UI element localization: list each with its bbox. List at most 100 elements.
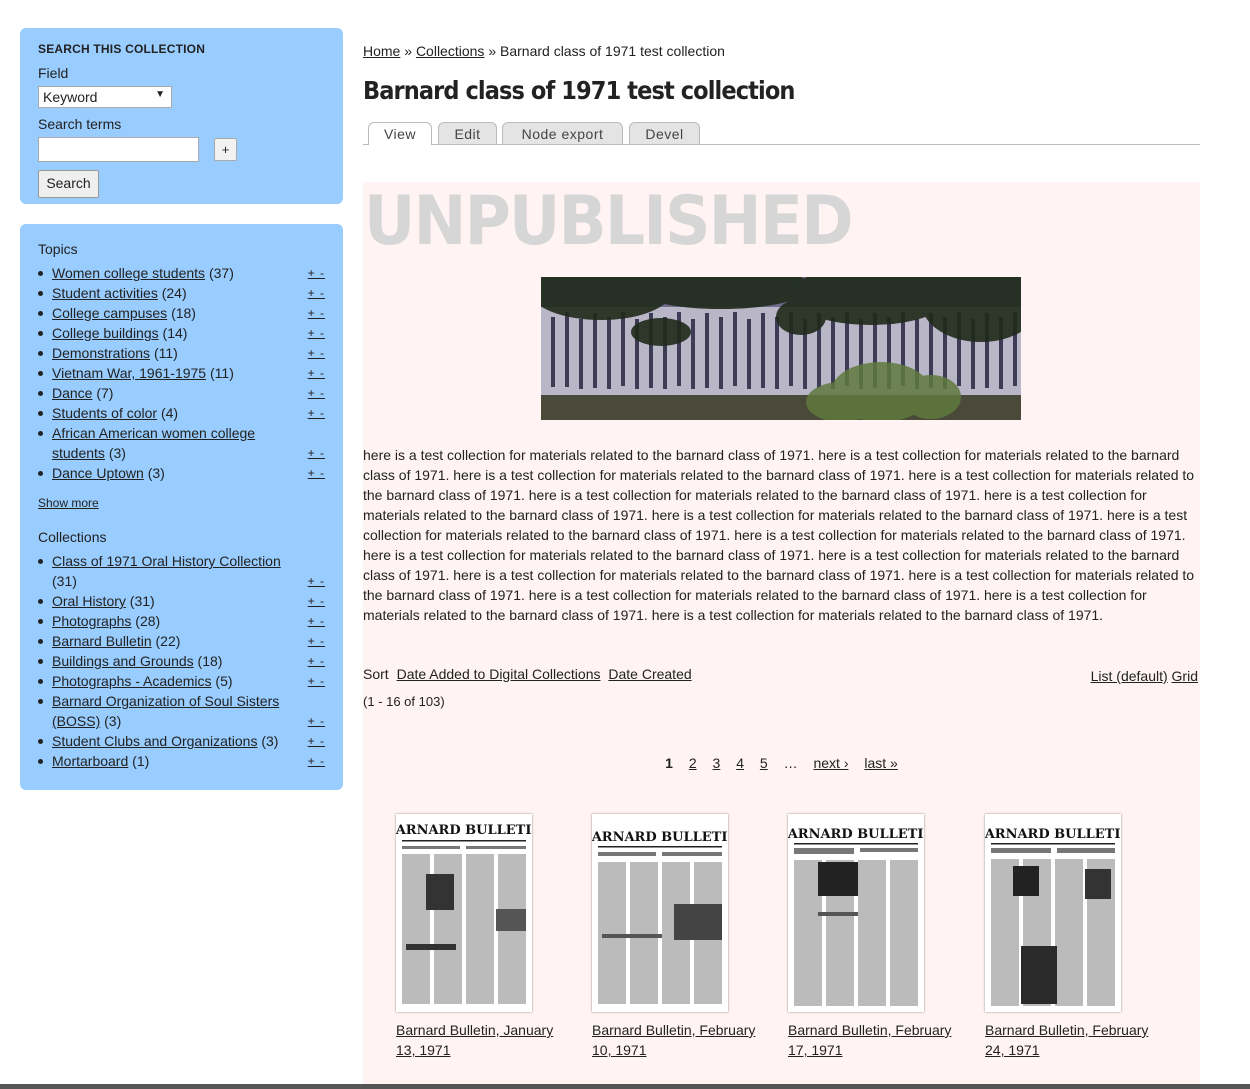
- topic-count: (11): [153, 345, 178, 361]
- list-view-link[interactable]: List (default): [1091, 668, 1168, 684]
- pager-last-link[interactable]: last »: [864, 755, 897, 771]
- local-tabs: View Edit Node export Devel: [363, 120, 1200, 145]
- page-title: Barnard class of 1971 test collection: [363, 76, 795, 105]
- grid-view-link[interactable]: Grid: [1172, 668, 1198, 684]
- topic-item: African American women college students …: [38, 423, 325, 463]
- pager-page-link[interactable]: 3: [713, 755, 721, 771]
- add-term-button[interactable]: +: [214, 138, 237, 161]
- collection-link[interactable]: Photographs: [52, 613, 131, 629]
- include-exclude-toggle[interactable]: + -: [308, 383, 325, 403]
- result-title-link[interactable]: Barnard Bulletin, February 10, 1971: [592, 1020, 758, 1060]
- topic-link[interactable]: African American women college students: [52, 425, 255, 461]
- collection-count: (31): [52, 573, 77, 589]
- include-exclude-toggle[interactable]: + -: [308, 571, 325, 591]
- pager-page-link[interactable]: 4: [736, 755, 744, 771]
- show-more-link[interactable]: Show more: [38, 496, 99, 510]
- collection-item: Buildings and Grounds (18) + -: [38, 651, 325, 671]
- include-exclude-toggle[interactable]: + -: [308, 343, 325, 363]
- topics-list: Women college students (37) + - Student a…: [38, 263, 325, 483]
- topic-count: (11): [210, 365, 234, 381]
- collection-link[interactable]: Oral History: [52, 593, 126, 609]
- collection-count: (28): [135, 613, 161, 629]
- sort-date-added-link[interactable]: Date Added to Digital Collections: [397, 666, 601, 682]
- collections-heading: Collections: [38, 529, 107, 545]
- include-exclude-toggle[interactable]: + -: [308, 443, 325, 463]
- search-button[interactable]: Search: [38, 170, 99, 198]
- result-title-link[interactable]: Barnard Bulletin, January 13, 1971: [396, 1020, 562, 1060]
- field-select[interactable]: Keyword ▼: [38, 86, 172, 108]
- breadcrumb-home-link[interactable]: Home: [363, 43, 400, 59]
- result-thumbnail[interactable]: BARNARD BULLETIN: [396, 814, 532, 1012]
- pager-page-link[interactable]: 2: [689, 755, 697, 771]
- result-range: (1 - 16 of 103): [363, 694, 445, 709]
- result-title-link[interactable]: Barnard Bulletin, February 17, 1971: [788, 1020, 954, 1060]
- collection-link[interactable]: Barnard Organization of Soul Sisters (BO…: [52, 693, 279, 729]
- include-exclude-toggle[interactable]: + -: [308, 751, 325, 771]
- include-exclude-toggle[interactable]: + -: [308, 711, 325, 731]
- collection-link[interactable]: Photographs - Academics: [52, 673, 212, 689]
- main-header: Home » Collections » Barnard class of 19…: [363, 43, 1200, 145]
- topic-link[interactable]: College campuses: [52, 305, 167, 321]
- sort-date-created-link[interactable]: Date Created: [608, 666, 691, 682]
- include-exclude-toggle[interactable]: + -: [308, 263, 325, 283]
- topics-heading: Topics: [38, 241, 78, 257]
- result-masthead: BARNARD BULLETIN: [396, 823, 532, 838]
- topic-item: Students of color (4) + -: [38, 403, 325, 423]
- topic-link[interactable]: College buildings: [52, 325, 159, 341]
- topic-link[interactable]: Dance Uptown: [52, 465, 144, 481]
- include-exclude-toggle[interactable]: + -: [308, 631, 325, 651]
- node-content-unpublished: UNPUBLISHED here is a test collection fo…: [363, 182, 1200, 1089]
- result-thumbnail[interactable]: BARNARD BULLETIN: [592, 814, 728, 1012]
- include-exclude-toggle[interactable]: + -: [308, 463, 325, 483]
- topic-item: College campuses (18) + -: [38, 303, 325, 323]
- topic-link[interactable]: Women college students: [52, 265, 205, 281]
- topic-link[interactable]: Students of color: [52, 405, 157, 421]
- collection-link[interactable]: Mortarboard: [52, 753, 128, 769]
- collection-link[interactable]: Student Clubs and Organizations: [52, 733, 257, 749]
- facets-block: Topics Women college students (37) + - St…: [20, 224, 343, 790]
- search-block-heading: SEARCH THIS COLLECTION: [38, 42, 206, 56]
- result-masthead: BARNARD BULLETIN: [788, 827, 924, 842]
- search-terms-input[interactable]: [38, 137, 199, 162]
- tab-edit[interactable]: Edit: [438, 122, 497, 144]
- breadcrumb-collections-link[interactable]: Collections: [416, 43, 484, 59]
- topic-count: (14): [162, 325, 188, 341]
- topic-link[interactable]: Vietnam War, 1961-1975: [52, 365, 206, 381]
- include-exclude-toggle[interactable]: + -: [308, 591, 325, 611]
- collection-item: Oral History (31) + -: [38, 591, 325, 611]
- include-exclude-toggle[interactable]: + -: [308, 671, 325, 691]
- include-exclude-toggle[interactable]: + -: [308, 731, 325, 751]
- collection-link[interactable]: Buildings and Grounds: [52, 653, 194, 669]
- topic-link[interactable]: Student activities: [52, 285, 158, 301]
- tab-view[interactable]: View: [368, 122, 432, 145]
- result-thumbnail[interactable]: BARNARD BULLETIN: [985, 814, 1121, 1012]
- include-exclude-toggle[interactable]: + -: [308, 651, 325, 671]
- collection-item: Photographs (28) + -: [38, 611, 325, 631]
- include-exclude-toggle[interactable]: + -: [308, 611, 325, 631]
- result-title-link[interactable]: Barnard Bulletin, February 24, 1971: [985, 1020, 1151, 1060]
- collection-banner-image: [541, 277, 1021, 420]
- sort-label: Sort: [363, 666, 389, 682]
- pager-page-link[interactable]: 5: [760, 755, 768, 771]
- search-collection-block: SEARCH THIS COLLECTION Field Keyword ▼ S…: [20, 28, 343, 204]
- include-exclude-toggle[interactable]: + -: [308, 323, 325, 343]
- pager-ellipsis: …: [783, 755, 798, 771]
- include-exclude-toggle[interactable]: + -: [308, 363, 325, 383]
- breadcrumb-separator: »: [404, 43, 413, 59]
- collection-link[interactable]: Barnard Bulletin: [52, 633, 152, 649]
- tab-devel[interactable]: Devel: [629, 122, 700, 144]
- include-exclude-toggle[interactable]: + -: [308, 283, 325, 303]
- result-thumbnail[interactable]: BARNARD BULLETIN: [788, 814, 924, 1012]
- topic-count: (24): [161, 285, 187, 301]
- include-exclude-toggle[interactable]: + -: [308, 403, 325, 423]
- tab-node-export[interactable]: Node export: [502, 122, 623, 144]
- pager-next-link[interactable]: next ›: [813, 755, 848, 771]
- sort-bar: Sort Date Added to Digital Collections D…: [363, 666, 692, 682]
- topic-link[interactable]: Demonstrations: [52, 345, 150, 361]
- unpublished-watermark: UNPUBLISHED: [364, 182, 854, 261]
- topic-link[interactable]: Dance: [52, 385, 92, 401]
- collection-link[interactable]: Class of 1971 Oral History Collection: [52, 553, 281, 569]
- field-label: Field: [38, 65, 69, 81]
- include-exclude-toggle[interactable]: + -: [308, 303, 325, 323]
- view-mode-switch: List (default) Grid: [1091, 668, 1198, 684]
